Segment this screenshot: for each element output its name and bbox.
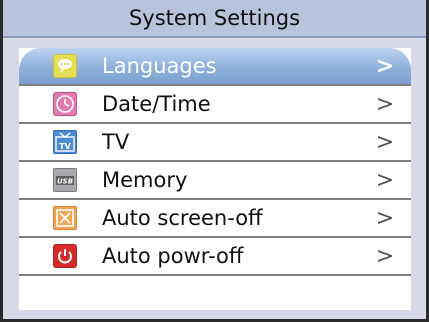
menu-item-memory[interactable]: USB Memory >: [19, 162, 411, 200]
chevron-right-icon: >: [375, 167, 395, 193]
usb-icon-text: USB: [57, 178, 73, 186]
menu-item-label: Date/Time: [102, 92, 211, 116]
settings-menu: Languages > Date/Time > TV TV > USB Memo…: [19, 48, 411, 310]
chevron-right-icon: >: [375, 53, 395, 79]
tv-icon: TV: [52, 129, 78, 155]
tv-icon-text: TV: [59, 142, 71, 151]
screen-off-icon: [52, 205, 78, 231]
menu-item-auto-power-off[interactable]: Auto powr-off >: [19, 238, 411, 276]
usb-icon: USB: [52, 167, 78, 193]
power-icon: [52, 243, 78, 269]
menu-item-languages[interactable]: Languages >: [19, 48, 411, 86]
menu-item-label: Languages: [102, 54, 217, 78]
chevron-right-icon: >: [375, 205, 395, 231]
menu-item-label: TV: [102, 130, 130, 154]
menu-item-label: Auto powr-off: [102, 244, 244, 268]
clock-icon: [52, 91, 78, 117]
menu-item-label: Auto screen-off: [102, 206, 263, 230]
chevron-right-icon: >: [375, 243, 395, 269]
menu-item-date-time[interactable]: Date/Time >: [19, 86, 411, 124]
page-title: System Settings: [128, 6, 301, 30]
chevron-right-icon: >: [375, 91, 395, 117]
chevron-right-icon: >: [375, 129, 395, 155]
menu-item-auto-screen-off[interactable]: Auto screen-off >: [19, 200, 411, 238]
speech-bubble-icon: [52, 53, 78, 79]
menu-item-label: Memory: [102, 168, 188, 192]
menu-item-tv[interactable]: TV TV >: [19, 124, 411, 162]
title-bar: System Settings: [3, 0, 426, 38]
settings-screen: System Settings Languages > Date/Time > …: [0, 0, 429, 322]
